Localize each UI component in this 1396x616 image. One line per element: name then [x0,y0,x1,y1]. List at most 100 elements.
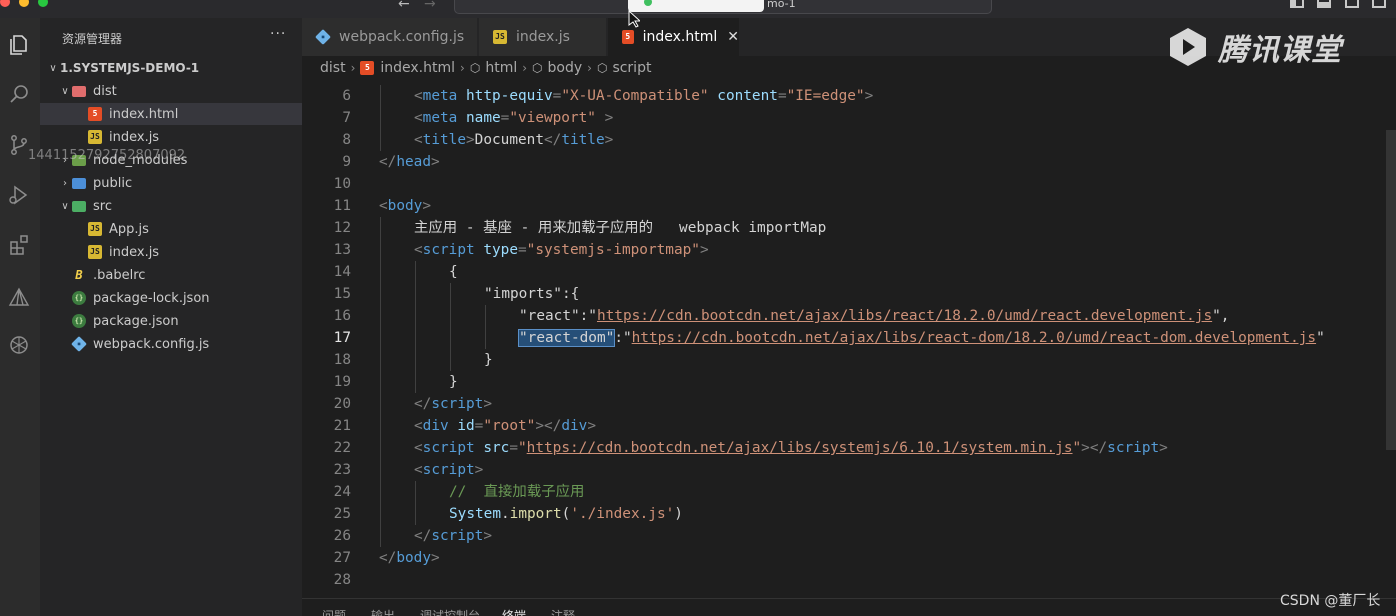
tab-comments[interactable]: 注释 [551,607,575,616]
tab-output[interactable]: 输出 [371,607,395,616]
code-line[interactable]: 22 <script src="https://cdn.bootcdn.net/a… [302,437,1396,459]
line-number: 16 [333,308,351,324]
editor-scrollbar[interactable] [1386,130,1396,450]
code-line[interactable]: 9 </head> [302,151,1396,173]
tree-item-label: index.html [109,106,179,122]
folder-icon [72,177,86,189]
tab-webpack-config[interactable]: ◆ webpack.config.js [302,18,478,56]
indent-guide [415,371,416,393]
play-logo-icon [1166,25,1210,69]
tab-debug-console[interactable]: 调试控制台 [420,607,480,616]
code-token: "X-UA-Compatible" [561,88,709,104]
extensions-icon[interactable] [4,230,34,260]
maximize-window-icon[interactable] [38,0,48,7]
code-line[interactable]: 28 [302,569,1396,591]
indent-guide [415,503,416,525]
code-line[interactable]: 15 "imports":{ [302,283,1396,305]
code-line[interactable]: 23 <script> [302,459,1396,481]
code-line[interactable]: 25 System.import('./index.js') [302,503,1396,525]
code-token: "imports":{ [484,286,580,302]
tree-file[interactable]: JS index.js [40,241,302,263]
layout-sidebar-icon[interactable] [1290,0,1304,8]
code-line[interactable]: 11 <body> [302,195,1396,217]
recording-indicator [628,0,764,12]
code-line[interactable]: 19} [302,371,1396,393]
forward-arrow-icon[interactable]: → [424,0,436,12]
layout-custom-icon[interactable] [1372,0,1386,8]
code-token: ></ [1081,440,1108,456]
code-line[interactable]: 27 </body> [302,547,1396,569]
tree-folder[interactable]: ∨ src [40,195,302,217]
tree-folder[interactable]: › public [40,172,302,194]
code-line[interactable]: 6 <meta http-equiv="X-UA-Compatible" cont… [302,85,1396,107]
tree-file[interactable]: JS index.js [40,126,302,148]
breadcrumb-file[interactable]: index.html [380,60,455,76]
breadcrumb-script[interactable]: script [612,60,651,76]
line-number: 25 [333,506,351,522]
tab-terminal[interactable]: 终端 [502,607,526,616]
run-debug-icon[interactable] [4,180,34,210]
code-editor[interactable]: 6 <meta http-equiv="X-UA-Compatible" cont… [302,84,1396,596]
minimize-window-icon[interactable] [19,0,29,7]
breadcrumb-folder[interactable]: dist [320,60,346,76]
code-line[interactable]: 14 { [302,261,1396,283]
tree-folder[interactable]: ∨ dist [40,80,302,102]
close-tab-icon[interactable]: ✕ [727,29,739,45]
remote-explorer-icon[interactable] [4,282,34,312]
tree-file[interactable]: {} package-lock.json [40,287,302,309]
code-line[interactable]: 16 "react":"https://cdn.bootcdn.net/ajax/… [302,305,1396,327]
code-line[interactable]: 8 <title>Document</title> [302,129,1396,151]
code-link[interactable]: https://cdn.bootcdn.net/ajax/libs/react-… [632,330,1316,346]
code-line[interactable]: 20 </script> [302,393,1396,415]
layout-panel-icon[interactable] [1317,0,1331,8]
code-line[interactable]: 24 // 直接加载子应用 [302,481,1396,503]
code-line[interactable]: 21 <div id="root"></div> [302,415,1396,437]
chevron-down-icon[interactable]: ∨ [58,201,72,212]
breadcrumb-body[interactable]: body [548,60,583,76]
close-window-icon[interactable] [0,0,10,7]
tree-file[interactable]: 5 index.html [40,103,302,125]
line-number: 8 [342,132,351,148]
code-line[interactable]: 12 主应用 - 基座 - 用来加载子应用的 webpack importMap [302,217,1396,239]
tab-problems[interactable]: 问题 [322,607,346,616]
search-icon[interactable] [4,80,34,110]
tree-folder[interactable]: › node_modules [40,149,302,171]
code-line[interactable]: 7 <meta name="viewport" > [302,107,1396,129]
line-number: 26 [333,528,351,544]
code-link[interactable]: https://cdn.bootcdn.net/ajax/libs/react/… [597,308,1212,324]
code-link[interactable]: https://cdn.bootcdn.net/ajax/libs/system… [527,440,1073,456]
tree-file[interactable]: B .babelrc [40,264,302,286]
chevron-right-icon[interactable]: › [58,178,72,189]
chevron-down-icon[interactable]: ∨ [58,86,72,97]
tree-root-folder[interactable]: ∨ 1.SYSTEMJS-DEMO-1 [40,57,302,79]
code-token: "root" [483,418,536,434]
layout-secondary-icon[interactable] [1345,0,1359,8]
code-line[interactable]: 26 </script> [302,525,1396,547]
code-content: <script type="systemjs-importmap"> [414,239,709,261]
code-line[interactable]: 17 "react-dom":"https://cdn.bootcdn.net/a… [302,327,1396,349]
source-control-icon[interactable] [4,130,34,160]
code-line[interactable]: 18} [302,349,1396,371]
chevron-right-icon: › [522,61,528,75]
tree-file[interactable]: {} package.json [40,310,302,332]
explorer-icon[interactable] [4,30,34,60]
tree-file[interactable]: ◆ webpack.config.js [40,333,302,355]
tree-file[interactable]: JS App.js [40,218,302,240]
indent-guide [415,305,416,327]
chevron-down-icon[interactable]: ∨ [46,63,60,74]
code-line[interactable]: 13 <script type="systemjs-importmap"> [302,239,1396,261]
chatgpt-icon[interactable] [4,330,34,360]
indent-guide [380,261,381,283]
chevron-right-icon[interactable]: › [58,155,72,166]
code-line[interactable]: 10 [302,173,1396,195]
code-token: // 直接加载子应用 [449,484,585,500]
tab-index-js[interactable]: JS index.js [479,18,607,56]
back-arrow-icon[interactable]: ← [398,0,410,12]
tree-item-label: index.js [109,129,160,145]
code-token: System [449,506,501,522]
code-content: </script> [414,393,492,415]
indent-guide [380,437,381,459]
breadcrumb-html[interactable]: html [485,60,517,76]
more-actions-icon[interactable]: ··· [270,26,286,42]
indent-guide [380,327,381,349]
